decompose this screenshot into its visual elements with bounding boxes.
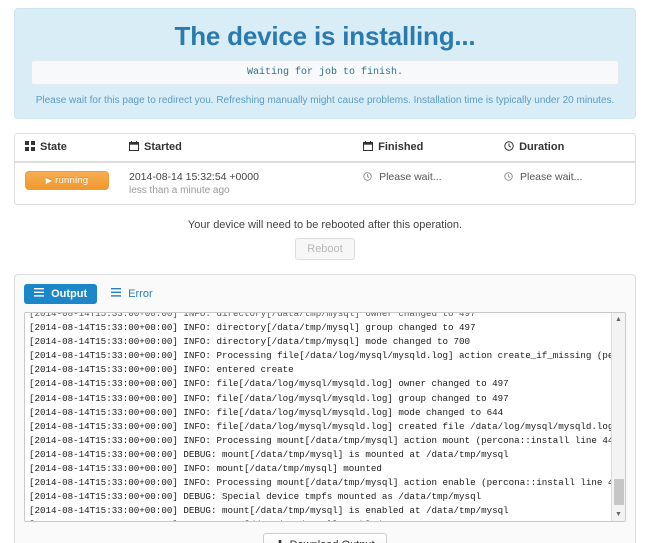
log-line: [2014-08-14T15:33:00+00:00] INFO: file[/… xyxy=(29,378,509,390)
log-line: [2014-08-14T15:33:00+00:00] INFO: file[/… xyxy=(29,406,504,418)
calendar-icon xyxy=(129,141,139,154)
reboot-button[interactable]: Reboot xyxy=(295,238,355,260)
tab-output-label: Output xyxy=(51,288,88,300)
log-line: [2014-08-14T15:33:00+00:00] INFO: entere… xyxy=(29,364,294,376)
status-badge-label: running xyxy=(55,175,89,186)
console-scrollbar[interactable]: ▲ ▼ xyxy=(611,313,625,521)
started-relative: less than a minute ago xyxy=(129,185,230,196)
output-panel: Output Error [2014-08-14T15:33:00+00:00]… xyxy=(14,274,636,543)
tab-error-label: Error xyxy=(128,288,153,300)
column-label-started: Started xyxy=(144,141,182,153)
log-line: [2014-08-14T15:33:00+00:00] DEBUG: mount… xyxy=(29,505,509,517)
log-line: [2014-08-14T15:33:00+00:00] INFO: file[/… xyxy=(29,420,614,432)
cell-state: ▶ running xyxy=(15,162,119,204)
list-icon xyxy=(34,288,47,300)
reboot-button-row: Reboot xyxy=(14,238,636,260)
table-header-row: State Started Finished Duration xyxy=(15,134,635,163)
cell-finished: Please wait... xyxy=(353,162,494,204)
scrollbar-thumb[interactable] xyxy=(614,479,624,505)
duration-value: Please wait... xyxy=(519,171,583,183)
download-row: ⬇ Download Output xyxy=(24,533,626,543)
log-line: [2014-08-14T15:33:00+00:00] DEBUG: mount… xyxy=(29,448,509,460)
log-line: [2014-08-14T15:33:00+00:00] INFO: Proces… xyxy=(29,434,619,446)
calendar-icon xyxy=(363,141,374,154)
column-label-finished: Finished xyxy=(378,141,424,153)
download-output-button[interactable]: ⬇ Download Output xyxy=(263,533,387,543)
cell-started: 2014-08-14 15:32:54 +0000 less than a mi… xyxy=(119,162,353,204)
log-line: [2014-08-14T15:33:00+00:00] INFO: direct… xyxy=(29,322,476,334)
log-line: [2014-08-14T15:33:00+00:00] INFO: direct… xyxy=(29,312,476,319)
log-line: [2014-08-14T15:33:00+00:00] DEBUG: Speci… xyxy=(29,491,482,503)
download-output-label: Download Output xyxy=(290,539,375,543)
play-icon: ▶ xyxy=(45,176,53,185)
finished-value: Please wait... xyxy=(379,171,442,183)
column-header-state: State xyxy=(15,134,119,163)
log-line: [2014-08-14T15:33:00+00:00] INFO: Proces… xyxy=(29,350,625,362)
scroll-down-arrow[interactable]: ▼ xyxy=(612,508,625,521)
column-label-duration: Duration xyxy=(519,141,565,153)
log-line: [2014-08-14T15:33:00+00:00] INFO: mount[… xyxy=(29,463,382,475)
clock-icon xyxy=(504,172,516,184)
reboot-note: Your device will need to be rebooted aft… xyxy=(187,219,463,231)
log-line: [2014-08-14T15:33:00+00:00] INFO: mount[… xyxy=(29,518,625,521)
log-lines: [2014-08-14T15:33:00+00:00] INFO: direct… xyxy=(29,312,625,521)
started-timestamp: 2014-08-14 15:32:54 +0000 xyxy=(129,171,259,183)
log-line: [2014-08-14T15:33:00+00:00] INFO: Proces… xyxy=(29,477,625,489)
tab-error[interactable]: Error xyxy=(101,284,163,304)
tab-output[interactable]: Output xyxy=(24,284,98,304)
page-title: The device is installing... xyxy=(174,21,476,51)
clock-icon xyxy=(363,172,375,184)
scroll-up-arrow[interactable]: ▲ xyxy=(612,313,625,326)
log-line: [2014-08-14T15:33:00+00:00] INFO: file[/… xyxy=(29,392,509,404)
output-tabs: Output Error xyxy=(24,284,626,304)
list-icon xyxy=(111,288,124,300)
log-console[interactable]: [2014-08-14T15:33:00+00:00] INFO: direct… xyxy=(24,312,626,522)
installing-page: The device is installing... Waiting for … xyxy=(0,8,650,543)
status-message: Waiting for job to finish. xyxy=(31,60,619,85)
clock-icon xyxy=(504,141,514,154)
column-header-finished: Finished xyxy=(353,134,495,163)
log-line: [2014-08-14T15:33:00+00:00] INFO: direct… xyxy=(29,336,471,348)
install-status-panel: The device is installing... Waiting for … xyxy=(14,8,636,119)
column-header-started: Started xyxy=(119,134,354,163)
status-badge: ▶ running xyxy=(25,171,109,190)
table-row: ▶ running 2014-08-14 15:32:54 +0000 less … xyxy=(15,162,635,204)
column-header-duration: Duration xyxy=(494,134,635,163)
grid-icon xyxy=(25,141,35,154)
job-status-table: State Started Finished Duration ▶ runnin… xyxy=(14,133,636,205)
download-icon: ⬇ xyxy=(275,539,284,543)
cell-duration: Please wait... xyxy=(494,162,635,204)
column-label-state: State xyxy=(40,141,67,153)
redirect-hint: Please wait for this page to redirect yo… xyxy=(35,95,615,106)
